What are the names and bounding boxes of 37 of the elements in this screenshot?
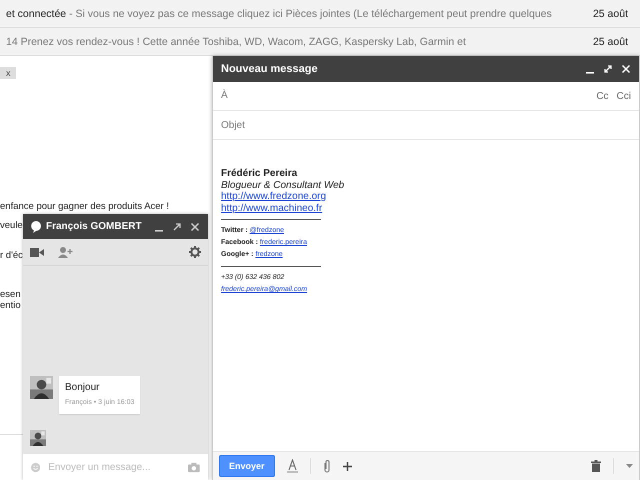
email-row[interactable]: et connectée - Si vous ne voyez pas ce message cliquez ici Pièces jointes (Le téléchargement peut prendre quelques 25 août xyxy=(0,0,640,28)
website-link[interactable]: http://www.machineo.fr xyxy=(221,202,322,214)
email-snippet: 14 Prenez vos rendez-vous ! Cette année Toshiba, WD, Wacom, ZAGG, Kaspersky Lab, Garmin et xyxy=(6,36,467,48)
email-date: 25 août xyxy=(592,8,628,20)
signature-tagline: Blogueur & Consultant Web xyxy=(221,180,346,191)
paperclip-icon[interactable] xyxy=(322,459,331,473)
message-text: veule xyxy=(0,220,23,231)
email-snippet: et connectée - Si vous ne voyez pas ce message cliquez ici Pièces jointes (Le téléchargement peut prendre quelques xyxy=(6,8,553,20)
email-row[interactable]: 14 Prenez vos rendez-vous ! Cette année Toshiba, WD, Wacom, ZAGG, Kaspersky Lab, Garmin et 25 août xyxy=(0,28,640,56)
window-title: Nouveau message xyxy=(221,63,319,75)
message-text: entio xyxy=(0,300,21,311)
signature-name: Frédéric Pereira xyxy=(221,168,298,180)
label-chip[interactable]: x xyxy=(0,67,16,79)
to-label: À xyxy=(221,89,228,103)
add-person-icon[interactable] xyxy=(58,246,73,258)
message-text: Bonjour xyxy=(65,382,100,393)
website-link[interactable]: http://www.fredzone.org xyxy=(221,191,326,202)
speech-bubble-icon xyxy=(31,220,41,232)
text-format-icon[interactable] xyxy=(286,459,298,473)
message-text: r d'éc xyxy=(0,250,23,261)
plus-icon[interactable] xyxy=(342,462,352,470)
email-date: 25 août xyxy=(592,36,628,48)
subject-field[interactable]: Objet xyxy=(221,114,631,136)
message-field[interactable]: Envoyer un message... xyxy=(23,454,208,480)
message-input[interactable]: Envoyer un message... xyxy=(48,462,180,472)
bcc-link[interactable]: Cci xyxy=(616,90,631,102)
caret-icon[interactable] xyxy=(626,464,633,468)
close-icon[interactable] xyxy=(190,222,200,232)
trash-icon[interactable] xyxy=(591,460,601,472)
popout-icon[interactable] xyxy=(172,222,182,232)
message-text: enfance pour gagner des produits Acer ! xyxy=(0,201,170,212)
video-camera-icon[interactable] xyxy=(30,248,44,256)
cc-link[interactable]: Cc xyxy=(596,90,609,102)
settings-icon[interactable] xyxy=(189,246,201,258)
expand-icon[interactable] xyxy=(603,64,613,74)
chat-title: François GOMBERT xyxy=(46,221,143,232)
message-text: esen xyxy=(0,289,21,300)
